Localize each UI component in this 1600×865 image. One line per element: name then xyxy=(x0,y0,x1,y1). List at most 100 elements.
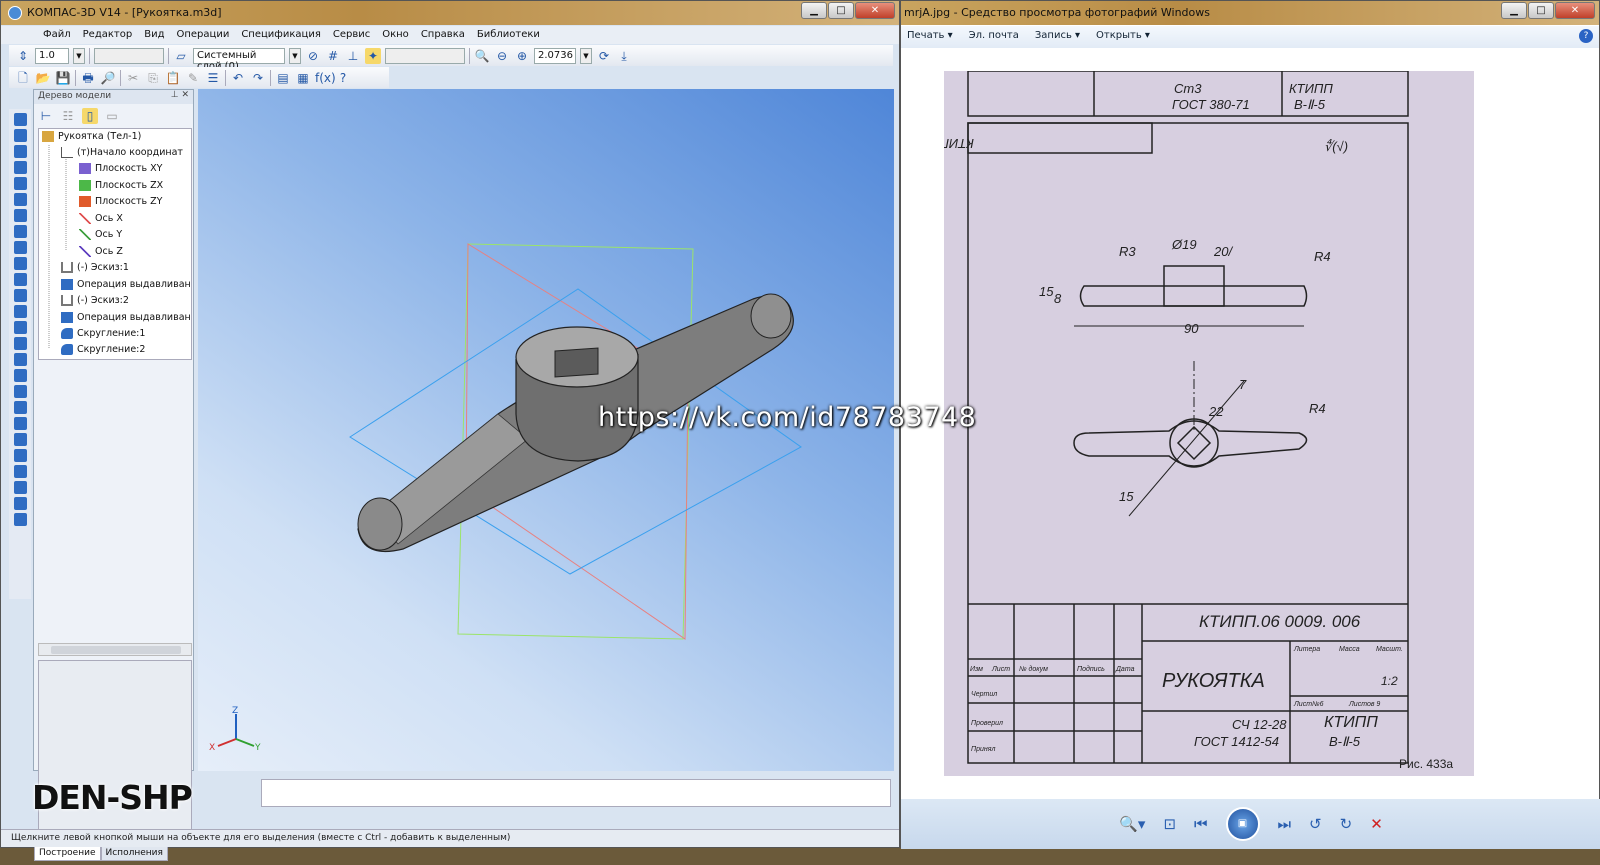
orientation-icon[interactable]: ⤓ xyxy=(616,48,632,64)
tool-icon[interactable] xyxy=(13,513,27,526)
pin-close-icons[interactable]: ⊥ ✕ xyxy=(171,90,189,100)
tool-icon[interactable] xyxy=(13,449,27,462)
tree-item-axis-z[interactable]: Ось Z xyxy=(79,246,123,257)
properties-icon[interactable]: ✎ xyxy=(185,70,201,86)
help-icon[interactable]: ? xyxy=(1579,29,1593,43)
tool-icon[interactable] xyxy=(13,177,27,190)
menu-libraries[interactable]: Библиотеки xyxy=(471,26,546,44)
tree-item-axis-y[interactable]: Ось Y xyxy=(79,229,122,240)
tool-icon[interactable] xyxy=(13,113,27,126)
library-icon[interactable]: ▦ xyxy=(295,70,311,86)
tree-view-icon[interactable]: ☷ xyxy=(60,108,76,124)
actual-size-icon[interactable]: ⊡ xyxy=(1163,815,1176,833)
tool-icon[interactable] xyxy=(13,129,27,142)
print-icon[interactable]: 🖶 xyxy=(80,70,96,86)
tree-mode2-icon[interactable]: ▭ xyxy=(104,108,120,124)
tree-item-fillet-2[interactable]: Скругление:2 xyxy=(61,344,145,355)
tab-build[interactable]: Построение xyxy=(34,845,101,861)
previous-icon[interactable]: ⏮ xyxy=(1194,815,1208,833)
tool-icon[interactable] xyxy=(13,225,27,238)
menu-window[interactable]: Окно xyxy=(376,26,415,44)
tool-icon[interactable] xyxy=(13,385,27,398)
tab-versions[interactable]: Исполнения xyxy=(100,845,168,861)
menu-help[interactable]: Справка xyxy=(415,26,471,44)
redo-icon[interactable]: ↷ xyxy=(250,70,266,86)
tool-icon[interactable] xyxy=(13,241,27,254)
zoom-field[interactable]: 2.0736 xyxy=(534,47,576,64)
burn-menu[interactable]: Запись ▾ xyxy=(1035,30,1080,44)
delete-icon[interactable]: ✕ xyxy=(1370,815,1383,833)
open-menu[interactable]: Открыть ▾ xyxy=(1096,30,1150,44)
menu-specification[interactable]: Спецификация xyxy=(235,26,327,44)
viewer-maximize-button[interactable]: □ xyxy=(1528,2,1554,19)
tool-icon[interactable] xyxy=(13,193,27,206)
tool-icon[interactable] xyxy=(13,401,27,414)
tool-icon[interactable] xyxy=(13,497,27,510)
tree-item-plane-xy[interactable]: Плоскость XY xyxy=(79,163,163,174)
menu-edit[interactable]: Редактор xyxy=(77,26,139,44)
tree-mode-icon[interactable]: ▯ xyxy=(82,108,98,124)
tree-item-sketch-1[interactable]: (-) Эскиз:1 xyxy=(61,262,129,273)
tool-icon[interactable] xyxy=(13,353,27,366)
tree-item-axis-x[interactable]: Ось X xyxy=(79,213,123,224)
rotate-icon[interactable]: ⟳ xyxy=(596,48,612,64)
preview-icon[interactable]: 🔎 xyxy=(100,70,116,86)
tool-icon[interactable] xyxy=(13,417,27,430)
step-field[interactable]: 1.0 xyxy=(35,47,69,64)
tree-structure-icon[interactable]: ⊢ xyxy=(38,108,54,124)
tree-item-plane-zx[interactable]: Плоскость ZX xyxy=(79,180,163,191)
close-button[interactable]: ✕ xyxy=(855,2,895,19)
tool-icon[interactable] xyxy=(13,337,27,350)
zoom-dropdown[interactable]: ▼ xyxy=(580,47,592,64)
undo-icon[interactable]: ↶ xyxy=(230,70,246,86)
tool-icon[interactable] xyxy=(13,273,27,286)
cut-icon[interactable]: ✂ xyxy=(125,70,141,86)
view-field[interactable] xyxy=(94,47,164,64)
list-icon[interactable]: ☰ xyxy=(205,70,221,86)
layer-dropdown[interactable]: ▼ xyxy=(289,47,301,64)
menu-operations[interactable]: Операции xyxy=(170,26,235,44)
tool-icon[interactable] xyxy=(13,161,27,174)
snap-icon[interactable]: ✦ xyxy=(365,47,381,64)
step-icon[interactable]: ⇕ xyxy=(15,48,31,64)
zoom-icon[interactable]: 🔍▾ xyxy=(1119,815,1145,833)
email-button[interactable]: Эл. почта xyxy=(969,30,1019,44)
tree-item-part[interactable]: Рукоятка (Тел-1) xyxy=(42,131,141,142)
zoom-out-icon[interactable]: ⊖ xyxy=(494,48,510,64)
tool-icon[interactable] xyxy=(13,145,27,158)
zoom-in-icon[interactable]: ⊕ xyxy=(514,48,530,64)
tool-icon[interactable] xyxy=(13,369,27,382)
save-icon[interactable]: 💾 xyxy=(55,70,71,86)
paste-icon[interactable]: 📋 xyxy=(165,70,181,86)
manager-icon[interactable]: ▤ xyxy=(275,70,291,86)
tree-scrollbar[interactable] xyxy=(38,643,192,656)
local-cs-icon[interactable]: ⊥ xyxy=(345,48,361,64)
slideshow-button[interactable]: ▣ xyxy=(1225,807,1260,841)
open-icon[interactable]: 📂 xyxy=(35,70,51,86)
menu-service[interactable]: Сервис xyxy=(327,26,376,44)
tree-item-sketch-2[interactable]: (-) Эскиз:2 xyxy=(61,295,129,306)
menu-view[interactable]: Вид xyxy=(138,26,170,44)
rotate-right-icon[interactable]: ↻ xyxy=(1340,815,1353,833)
menu-file[interactable]: Файл xyxy=(37,26,77,44)
step-dropdown[interactable]: ▼ xyxy=(73,47,85,64)
print-menu[interactable]: Печать ▾ xyxy=(907,30,953,44)
tool-icon[interactable] xyxy=(13,305,27,318)
maximize-button[interactable]: □ xyxy=(828,2,854,19)
copy-icon[interactable]: ⎘ xyxy=(145,70,161,86)
coordinates-field[interactable] xyxy=(385,47,465,64)
tree-item-plane-zy[interactable]: Плоскость ZY xyxy=(79,196,163,207)
tool-icon[interactable] xyxy=(13,433,27,446)
grid-icon[interactable]: # xyxy=(325,48,341,64)
minimize-button[interactable]: ▁ xyxy=(801,2,827,19)
tree-item-extrude-2[interactable]: Операция выдавливания xyxy=(61,312,191,323)
rotate-left-icon[interactable]: ↺ xyxy=(1309,815,1322,833)
tree-item-fillet-1[interactable]: Скругление:1 xyxy=(61,328,145,339)
next-icon[interactable]: ⏭ xyxy=(1278,815,1292,833)
help-cursor-icon[interactable]: ? xyxy=(335,70,351,86)
viewer-close-button[interactable]: ✕ xyxy=(1555,2,1595,19)
variables-icon[interactable]: f(x) xyxy=(315,70,336,86)
new-icon[interactable]: 🗋 xyxy=(15,70,31,86)
tool-icon[interactable] xyxy=(13,465,27,478)
tree-item-extrude-1[interactable]: Операция выдавливания xyxy=(61,279,191,290)
